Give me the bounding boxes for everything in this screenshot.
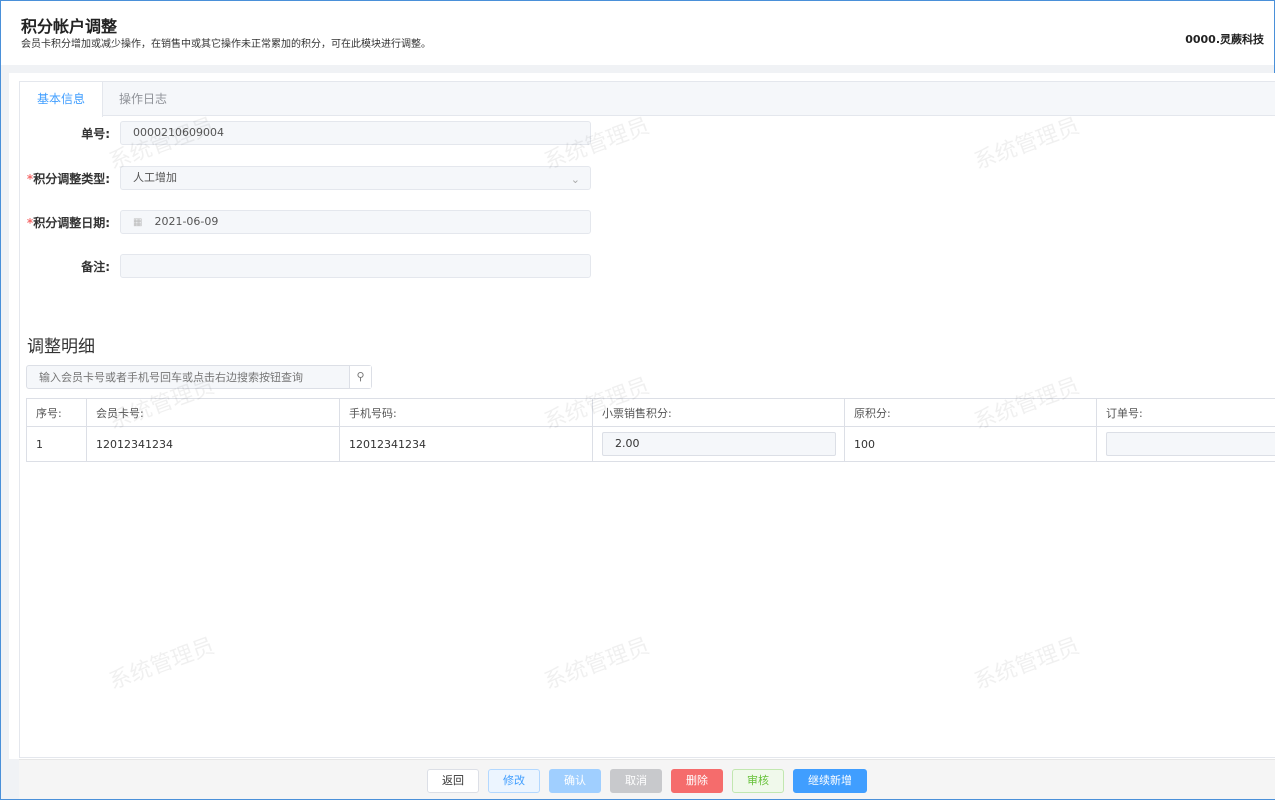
table-header-row: 序号: 会员卡号: 手机号码: 小票销售积分: 原积分: 订单号:	[26, 398, 1275, 427]
tab-basic-info[interactable]: 基本信息	[20, 82, 104, 117]
col-ticket-points: 小票销售积分:	[592, 398, 845, 427]
remark-field[interactable]	[120, 254, 591, 278]
cell-phone: 12012341234	[339, 426, 593, 462]
col-order-no: 订单号:	[1096, 398, 1275, 427]
calendar-icon: ▦	[133, 217, 143, 228]
details-table: 序号: 会员卡号: 手机号码: 小票销售积分: 原积分: 订单号: 1 1201…	[26, 398, 1275, 462]
cancel-button[interactable]: 取消	[610, 769, 662, 793]
adjust-date-picker[interactable]: ▦ 2021-06-09	[120, 210, 591, 234]
cell-original-points: 100	[844, 426, 1097, 462]
adjust-type-value: 人工增加	[133, 171, 177, 184]
adjust-type-select[interactable]: 人工增加 ⌄	[120, 166, 591, 190]
adjust-type-label-text: 积分调整类型:	[33, 171, 110, 186]
ticket-points-input[interactable]: 2.00	[602, 432, 836, 456]
col-phone: 手机号码:	[339, 398, 593, 427]
cell-ticket-points: 2.00	[592, 426, 845, 462]
adjust-type-label: *积分调整类型:	[20, 170, 120, 187]
order-no-field[interactable]: 0000210609004	[120, 121, 591, 145]
cell-index: 1	[26, 426, 87, 462]
cell-card: 12012341234	[86, 426, 340, 462]
page-title: 积分帐户调整	[21, 17, 118, 36]
edit-button[interactable]: 修改	[488, 769, 540, 793]
content-panel: 基本信息 操作日志 单号: 0000210609004 *积分调整类型: 人工增…	[9, 73, 1275, 759]
action-bar: 返回 修改 确认 取消 删除 审核 继续新增	[19, 759, 1275, 799]
adjust-date-row: *积分调整日期: ▦ 2021-06-09	[20, 210, 591, 234]
adjust-date-label-text: 积分调整日期:	[33, 215, 110, 230]
adjust-date-value: 2021-06-09	[154, 215, 219, 228]
search-icon: ⚲	[356, 370, 365, 383]
table-row: 1 12012341234 12012341234 2.00 100	[26, 426, 1275, 462]
audit-button[interactable]: 审核	[732, 769, 784, 793]
continue-add-button[interactable]: 继续新增	[793, 769, 867, 793]
member-search-input[interactable]	[27, 366, 349, 388]
col-original-points: 原积分:	[844, 398, 1097, 427]
cell-order-no	[1096, 426, 1275, 462]
details-section-title: 调整明细	[27, 337, 95, 357]
adjust-type-row: *积分调整类型: 人工增加 ⌄	[20, 166, 591, 190]
col-card: 会员卡号:	[86, 398, 340, 427]
page-header: 积分帐户调整 会员卡积分增加或减少操作，在销售中或其它操作未正常累加的积分，可在…	[1, 1, 1274, 65]
member-search: ⚲	[26, 365, 372, 389]
adjust-date-label: *积分调整日期:	[20, 214, 120, 231]
tab-operation-log[interactable]: 操作日志	[103, 82, 183, 115]
col-index: 序号:	[26, 398, 87, 427]
order-no-row: 单号: 0000210609004	[20, 121, 591, 145]
confirm-button[interactable]: 确认	[549, 769, 601, 793]
remark-row: 备注:	[20, 254, 591, 278]
company-name: 0000.灵蕨科技	[1185, 33, 1264, 46]
search-button[interactable]: ⚲	[349, 366, 371, 388]
tab-bar: 基本信息 操作日志	[20, 82, 1275, 117]
page-subtitle: 会员卡积分增加或减少操作，在销售中或其它操作未正常累加的积分，可在此模块进行调整…	[21, 39, 431, 50]
remark-label: 备注:	[81, 259, 110, 274]
tabs-container: 基本信息 操作日志 单号: 0000210609004 *积分调整类型: 人工增…	[19, 81, 1275, 758]
order-no-label: 单号:	[81, 126, 110, 141]
order-no-input[interactable]	[1106, 432, 1275, 456]
chevron-down-icon: ⌄	[570, 173, 580, 186]
back-button[interactable]: 返回	[427, 769, 479, 793]
delete-button[interactable]: 删除	[671, 769, 723, 793]
